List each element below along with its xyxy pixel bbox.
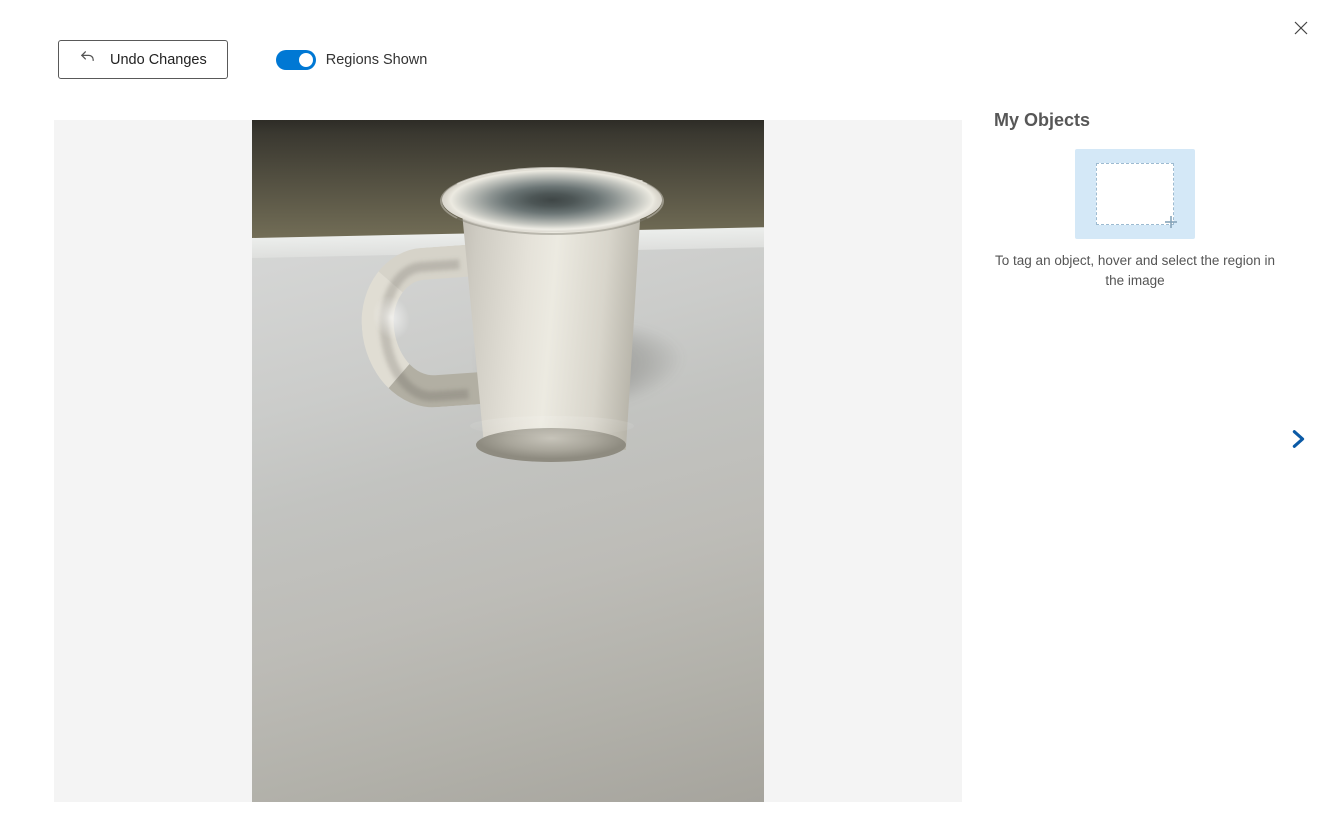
add-region-button[interactable] [1075,149,1195,239]
sidebar-hint: To tag an object, hover and select the r… [994,251,1276,290]
image-mug-rim-edge [440,167,664,235]
close-icon [1292,19,1310,42]
close-button[interactable] [1289,18,1313,42]
sidebar-title: My Objects [994,110,1090,131]
toggle-knob [299,53,313,67]
regions-shown-toggle[interactable] [276,50,316,70]
undo-changes-button[interactable]: Undo Changes [58,40,228,79]
regions-toggle-label: Regions Shown [326,52,428,68]
training-image [252,120,764,802]
add-region-icon [1096,163,1174,225]
image-canvas[interactable] [54,120,962,802]
objects-sidebar: My Objects To tag an object, hover and s… [994,110,1276,290]
plus-icon [1164,215,1178,229]
undo-button-label: Undo Changes [110,52,207,68]
content-area [54,120,962,802]
toolbar: Undo Changes Regions Shown [58,40,427,79]
next-image-button[interactable] [1283,426,1313,456]
regions-toggle-group: Regions Shown [276,50,428,70]
undo-icon [79,49,96,70]
chevron-right-icon [1287,426,1309,457]
image-mug-base-hl [470,416,634,436]
